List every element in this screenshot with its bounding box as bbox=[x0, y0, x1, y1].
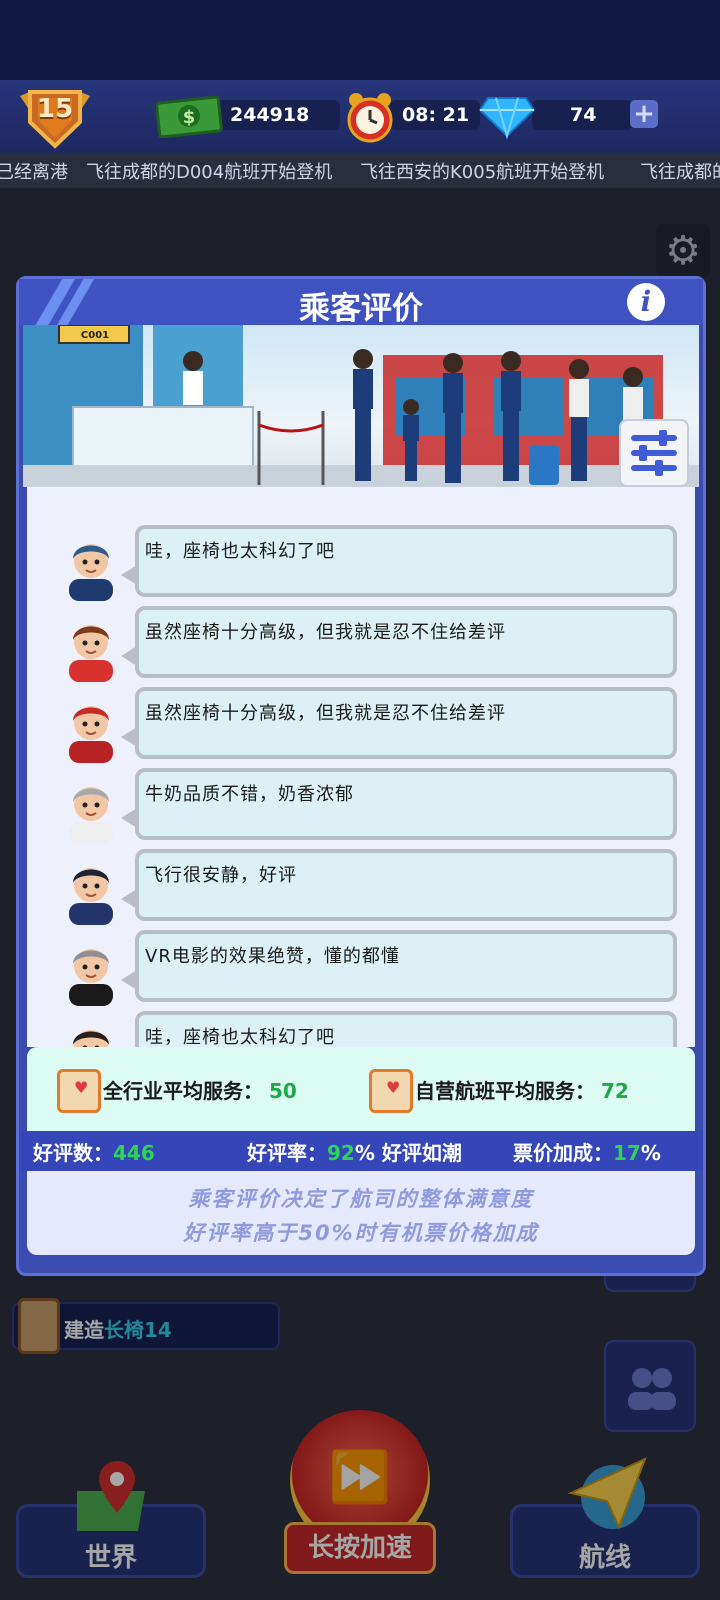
review-row: 虽然座椅十分高级，但我就是忍不住给差评飞往杭州👎 bbox=[27, 687, 695, 763]
passenger-avatar bbox=[69, 706, 113, 763]
review-row: VR电影的效果绝赞，懂的都懂飞往长沙👍 bbox=[27, 930, 695, 1006]
own-service-value: 72 bbox=[601, 1079, 629, 1103]
good-rate-suffix: % 好评如潮 bbox=[354, 1141, 462, 1165]
ticker-item: 飞往成都的D004航班开始登机 bbox=[86, 162, 333, 183]
review-row: 牛奶品质不错，奶香浓郁飞往杭州👍 bbox=[27, 768, 695, 844]
ticker-item: 飞往成都的 bbox=[640, 162, 720, 183]
review-bubble: 飞行很安静，好评飞往杭州👍 bbox=[135, 849, 677, 921]
review-bubble: 虽然座椅十分高级，但我就是忍不住给差评飞往杭州👎 bbox=[135, 606, 677, 678]
good-review-rate: 好评率：92% 好评如潮 bbox=[247, 1137, 462, 1166]
add-gems-button[interactable]: + bbox=[630, 100, 658, 128]
review-bubble: 牛奶品质不错，奶香浓郁飞往杭州👍 bbox=[135, 768, 677, 840]
filter-icon bbox=[631, 430, 677, 476]
footnote-panel: 乘客评价决定了航司的整体满意度 好评率高于50%时有机票价格加成 bbox=[27, 1171, 695, 1255]
review-text: 牛奶品质不错，奶香浓郁 bbox=[145, 784, 354, 805]
review-bubble: 虽然座椅十分高级，但我就是忍不住给差评飞往杭州👎 bbox=[135, 687, 677, 759]
heart-note-icon: ♥ bbox=[369, 1069, 413, 1113]
price-bonus-label: 票价加成： bbox=[513, 1141, 613, 1165]
alarm-clock-icon bbox=[347, 93, 393, 143]
review-text: 哇，座椅也太科幻了吧 bbox=[145, 541, 335, 562]
passenger-avatar bbox=[69, 868, 113, 925]
price-bonus-value: 17 bbox=[613, 1141, 641, 1165]
review-text: 哇，座椅也太科幻了吧 bbox=[145, 1027, 335, 1047]
review-bubble: 哇，座椅也太科幻了吧飞往杭州👍 bbox=[135, 525, 677, 597]
own-service-label: 自营航班平均服务： bbox=[415, 1079, 595, 1103]
passenger-avatar bbox=[69, 625, 113, 682]
plus-icon: + bbox=[633, 99, 655, 129]
level-badge[interactable]: 15 bbox=[14, 82, 96, 150]
money-value: 244918 bbox=[230, 104, 310, 126]
heart-note-icon: ♥ bbox=[57, 1069, 101, 1113]
passenger-avatar bbox=[73, 1030, 109, 1047]
review-text: 虽然座椅十分高级，但我就是忍不住给差评 bbox=[145, 703, 506, 724]
status-bar-area bbox=[0, 0, 720, 80]
passenger-avatar bbox=[69, 787, 113, 844]
good-rate-label: 好评率： bbox=[247, 1141, 327, 1165]
good-rate-value: 92 bbox=[327, 1141, 355, 1165]
gem-counter: 74 bbox=[532, 100, 632, 130]
airport-banner-image: C001 bbox=[23, 325, 699, 487]
review-stats-bar: 好评数：446 好评率：92% 好评如潮 票价加成：17% bbox=[19, 1131, 703, 1171]
airport-scene-illustration: C001 bbox=[23, 325, 699, 487]
industry-service: 全行业平均服务： 50 bbox=[103, 1075, 297, 1104]
money-icon: $ bbox=[156, 95, 223, 138]
filter-button[interactable] bbox=[619, 419, 689, 487]
own-service: 自营航班平均服务： 72 bbox=[415, 1075, 629, 1104]
gate-sign: C001 bbox=[81, 330, 109, 341]
dialog-header: 乘客评价 i bbox=[19, 279, 703, 327]
passenger-avatar bbox=[69, 949, 113, 1006]
top-hud: 15 244918 $ 08: 21 74 bbox=[0, 80, 720, 154]
good-review-count: 好评数：446 bbox=[33, 1137, 155, 1166]
passenger-reviews-dialog: 乘客评价 i C001 哇，座椅也太科幻了吧 虽然座椅十分高级，但我就是忍不住给… bbox=[16, 276, 706, 1276]
review-list[interactable]: 哇，座椅也太科幻了吧飞往杭州👍虽然座椅十分高级，但我就是忍不住给差评飞往杭州👎虽… bbox=[27, 487, 695, 1047]
review-row: 飞行很安静，好评飞往杭州👍 bbox=[27, 849, 695, 925]
review-row: 哇，座椅也太科幻了吧飞往杭州👍 bbox=[27, 525, 695, 601]
review-bubble: 哇，座椅也太科幻了吧飞往长沙👍 bbox=[135, 1011, 677, 1047]
info-button[interactable]: i bbox=[627, 283, 665, 321]
service-summary: ♥ 全行业平均服务： 50 ♥ 自营航班平均服务： 72 bbox=[27, 1047, 695, 1139]
footnote-line-1: 乘客评价决定了航司的整体满意度 bbox=[188, 1187, 534, 1211]
review-text: 飞行很安静，好评 bbox=[145, 865, 297, 886]
review-text: VR电影的效果绝赞，懂的都懂 bbox=[145, 946, 400, 967]
timer: 08: 21 bbox=[390, 100, 480, 130]
dialog-title: 乘客评价 bbox=[299, 291, 423, 327]
footnote-line-2: 好评率高于50%时有机票价格加成 bbox=[183, 1221, 539, 1245]
review-row: 哇，座椅也太科幻了吧飞往长沙👍 bbox=[27, 1011, 695, 1047]
ticker-item: 飞往西安的K005航班开始登机 bbox=[360, 162, 605, 183]
good-count-value: 446 bbox=[113, 1141, 155, 1165]
diamond-icon bbox=[478, 97, 536, 140]
ticker-item: 已经离港 bbox=[0, 162, 68, 183]
info-icon: i bbox=[640, 285, 652, 318]
announcement-ticker: 已经离港 飞往成都的D004航班开始登机 飞往西安的K005航班开始登机 飞往成… bbox=[0, 154, 720, 188]
industry-service-label: 全行业平均服务： bbox=[103, 1079, 263, 1103]
gem-value: 74 bbox=[570, 104, 597, 126]
timer-value: 08: 21 bbox=[402, 104, 470, 126]
price-bonus-suffix: % bbox=[640, 1141, 661, 1165]
level-number: 15 bbox=[36, 94, 74, 124]
review-text: 虽然座椅十分高级，但我就是忍不住给差评 bbox=[145, 622, 506, 643]
passenger-avatar bbox=[69, 544, 113, 601]
industry-service-value: 50 bbox=[269, 1079, 297, 1103]
review-row: 虽然座椅十分高级，但我就是忍不住给差评飞往杭州👎 bbox=[27, 606, 695, 682]
review-bubble: VR电影的效果绝赞，懂的都懂飞往长沙👍 bbox=[135, 930, 677, 1002]
svg-text:$: $ bbox=[183, 107, 196, 128]
ticket-price-bonus: 票价加成：17% bbox=[513, 1137, 661, 1166]
good-count-label: 好评数： bbox=[33, 1141, 113, 1165]
